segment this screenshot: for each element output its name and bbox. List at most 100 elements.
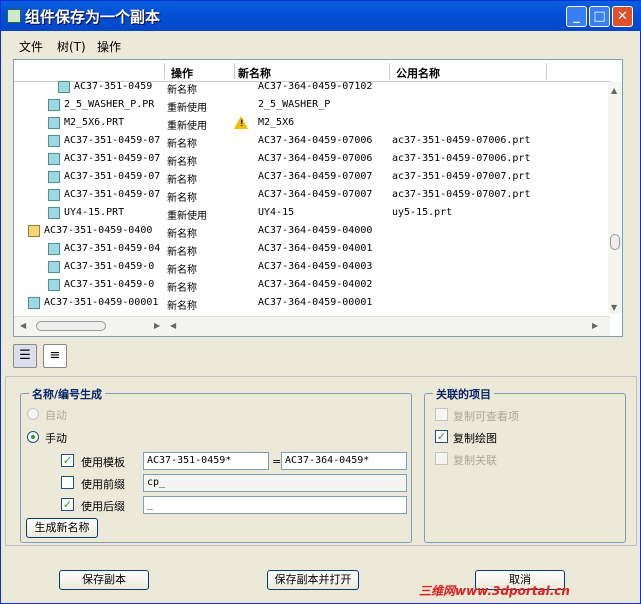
operation-cell: 重新使用 [167, 103, 207, 114]
menu-bar: 文件 树(T) 操作 [1, 31, 641, 57]
detail-view-button[interactable]: ☰ [13, 344, 37, 368]
part-icon [48, 117, 60, 129]
table-row[interactable]: AC37-351-0459 新名称 AC37-364-0459-07102 [14, 78, 610, 96]
table-row[interactable]: 2_5_WASHER_P.PR 重新使用 2_5_WASHER_P [14, 96, 610, 114]
naming-legend: 名称/编号生成 [29, 386, 106, 402]
maximize-button[interactable]: □ [589, 6, 610, 27]
new-name-cell: AC37-364-0459-04001 [258, 243, 373, 254]
component-name: AC37-351-0459 [74, 81, 153, 92]
public-name-cell: ac37-351-0459-07007.prt [392, 189, 531, 200]
part-icon [48, 171, 60, 183]
copy-relations-label: 复制关联 [453, 454, 497, 467]
table-row[interactable]: AC37-351-0459-07 新名称 AC37-364-0459-07007 ac… [14, 186, 610, 204]
component-name: AC37-351-0459-04 [64, 243, 161, 254]
operation-cell: 新名称 [167, 265, 197, 276]
new-name-cell: AC37-364-0459-07007 [258, 189, 373, 200]
operation-cell: 新名称 [167, 157, 197, 168]
operation-cell: 重新使用 [167, 211, 207, 222]
operation-cell: 新名称 [167, 247, 197, 258]
menu-tree[interactable]: 树(T) [57, 38, 86, 55]
public-name-cell: ac37-351-0459-07006.prt [392, 153, 531, 164]
component-name: AC37-351-0459-07 [64, 171, 161, 182]
template-from-input[interactable]: AC37-351-0459* [143, 452, 269, 470]
public-name-cell: ac37-351-0459-07006.prt [392, 135, 531, 146]
manual-label: 手动 [45, 432, 67, 445]
new-name-cell: M2_5X6 [258, 117, 295, 128]
use-prefix-checkbox[interactable] [61, 476, 74, 489]
close-button[interactable]: ✕ [612, 6, 633, 27]
assembly-icon [28, 225, 40, 237]
horizontal-scroll-thumb[interactable] [36, 321, 106, 331]
table-row[interactable]: AC37-351-0459-07 新名称 AC37-364-0459-07006 ac… [14, 132, 610, 150]
part-icon [48, 279, 60, 291]
vertical-scroll-thumb[interactable] [610, 234, 620, 250]
table-row[interactable]: AC37-351-0459-0 新名称 AC37-364-0459-04003 [14, 258, 610, 276]
template-to-input[interactable]: AC37-364-0459* [281, 452, 407, 470]
table-row[interactable]: AC37-351-0459-07 新名称 AC37-364-0459-07007 ac… [14, 168, 610, 186]
prefix-input[interactable]: cp_ [143, 474, 407, 492]
watermark-logo: 三维网www.3dportal.cn [419, 584, 570, 598]
use-suffix-checkbox[interactable]: ✓ [61, 498, 74, 511]
auto-radio[interactable] [27, 408, 39, 420]
equals-sign: = [272, 455, 282, 468]
component-name: 2_5_WASHER_P.PR [64, 99, 155, 110]
new-name-cell: UY4-15 [258, 207, 295, 218]
component-name: AC37-351-0459-07 [64, 189, 161, 200]
part-icon [58, 81, 70, 93]
component-name: AC37-351-0459-0 [64, 261, 155, 272]
minimize-button[interactable]: _ [566, 6, 587, 27]
copy-views-label: 复制可查看项 [453, 410, 519, 423]
table-row[interactable]: AC37-351-0459-0400 新名称 AC37-364-0459-04000 [14, 222, 610, 240]
table-row[interactable]: AC37-351-0459-04 新名称 AC37-364-0459-04001 [14, 240, 610, 258]
save-copy-button[interactable]: 保存副本 [59, 570, 149, 590]
copy-views-checkbox[interactable] [435, 408, 448, 421]
save-copy-and-open-button[interactable]: 保存副本并打开 [267, 570, 359, 590]
operation-cell: 新名称 [167, 85, 197, 96]
copy-drawing-checkbox[interactable]: ✓ [435, 430, 448, 443]
table-row[interactable]: AC37-351-0459-07 新名称 AC37-364-0459-07006 ac… [14, 150, 610, 168]
component-name: UY4-15.PRT [64, 207, 125, 218]
table-row[interactable]: UY4-15.PRT 重新使用 UY4-15 uy5-15.prt [14, 204, 610, 222]
use-template-checkbox[interactable]: ✓ [61, 454, 74, 467]
new-name-cell: AC37-364-0459-04002 [258, 279, 373, 290]
copy-drawing-label: 复制绘图 [453, 432, 497, 445]
copy-relations-checkbox[interactable] [435, 452, 448, 465]
title-bar: 组件保存为一个副本 _ □ ✕ [1, 1, 641, 31]
table-row[interactable]: M2_5X6.PRT 重新使用! M2_5X6 [14, 114, 610, 132]
new-name-cell: AC37-364-0459-07102 [258, 81, 373, 92]
warning-icon: ! [234, 116, 248, 129]
table-row[interactable]: AC37-351-0459-00001 新名称 AC37-364-0459-0000… [14, 294, 610, 312]
part-icon [48, 99, 60, 111]
part-icon [48, 135, 60, 147]
related-legend: 关联的项目 [433, 386, 494, 402]
list-view-button[interactable]: ≡ [43, 344, 67, 368]
new-name-cell: AC37-364-0459-07006 [258, 135, 373, 146]
table-row[interactable]: AC37-351-0459-0 新名称 AC37-364-0459-04002 [14, 276, 610, 294]
part-icon [48, 153, 60, 165]
operation-cell: 重新使用 [167, 121, 207, 132]
part-icon [48, 207, 60, 219]
dialog-window: 组件保存为一个副本 _ □ ✕ 文件 树(T) 操作 操作 新名称 公用名称 A… [0, 0, 641, 604]
new-name-cell: AC37-364-0459-07007 [258, 171, 373, 182]
manual-radio[interactable] [27, 431, 39, 443]
horizontal-scrollbar[interactable]: ◀ ▶ ◀ ▶ [14, 316, 610, 336]
new-name-cell: AC37-364-0459-00001 [258, 297, 373, 308]
vertical-scrollbar[interactable]: ▲ ▼ [608, 82, 622, 314]
new-name-cell: AC37-364-0459-04003 [258, 261, 373, 272]
operation-cell: 新名称 [167, 193, 197, 204]
operation-cell: 新名称 [167, 175, 197, 186]
component-name: AC37-351-0459-00001 [44, 297, 159, 308]
menu-file[interactable]: 文件 [19, 38, 43, 55]
operation-cell: 新名称 [167, 301, 197, 312]
suffix-input[interactable]: _ [143, 496, 407, 514]
operation-cell: 新名称 [167, 229, 197, 240]
operation-cell: 新名称 [167, 283, 197, 294]
menu-operations[interactable]: 操作 [97, 38, 121, 55]
component-name: AC37-351-0459-0 [64, 279, 155, 290]
use-prefix-label: 使用前缀 [81, 478, 125, 491]
component-tree-table[interactable]: 操作 新名称 公用名称 AC37-351-0459 新名称 AC37-364-045… [13, 59, 623, 337]
component-name: M2_5X6.PRT [64, 117, 125, 128]
use-suffix-label: 使用后缀 [81, 500, 125, 513]
generate-names-button[interactable]: 生成新名称 [26, 518, 98, 538]
part-icon [48, 261, 60, 273]
